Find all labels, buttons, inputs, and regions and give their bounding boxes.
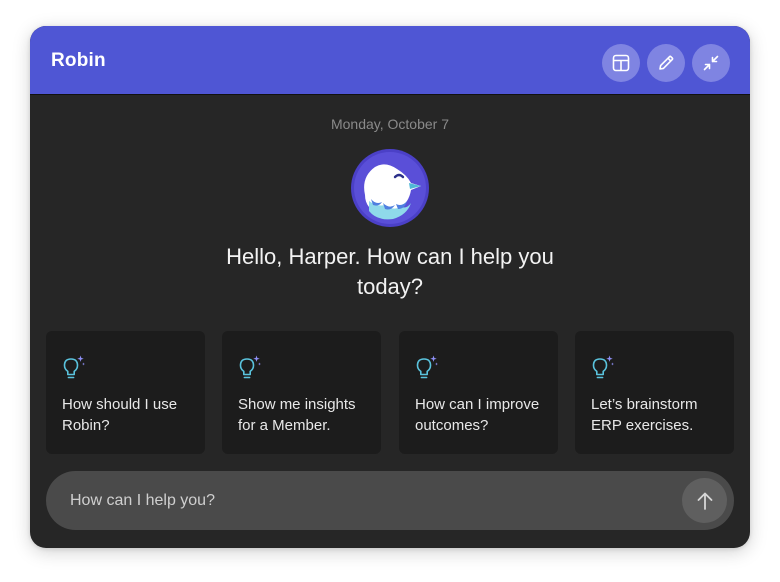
lightbulb-sparkle-icon <box>63 355 85 379</box>
conversation-date: Monday, October 7 <box>330 116 450 132</box>
minimize-icon <box>703 55 719 71</box>
message-input[interactable] <box>70 471 650 530</box>
suggestion-text: Show me insights for a Member. <box>238 396 356 434</box>
lightbulb-sparkle-icon <box>592 355 614 379</box>
minimize-button[interactable] <box>692 44 730 82</box>
greeting-message: Hello, Harper. How can I help you today? <box>226 244 554 299</box>
composer-bar <box>46 471 734 530</box>
edit-button[interactable] <box>647 44 685 82</box>
lightbulb-sparkle-icon <box>416 355 438 379</box>
pencil-icon <box>659 55 674 70</box>
arrow-up-icon <box>697 492 712 510</box>
chat-window: Robin Monday, October 7 Hello, Harper. H… <box>30 26 750 548</box>
suggestion-text: Let’s brainstorm ERP exercises. <box>591 396 698 434</box>
suggestion-text: How can I improve outcomes? <box>415 396 540 434</box>
layout-panel-icon <box>612 54 630 72</box>
suggestion-card[interactable]: How can I improve outcomes? <box>399 331 558 454</box>
app-title: Robin <box>51 50 106 71</box>
suggestion-card[interactable]: Let’s brainstorm ERP exercises. <box>575 331 734 454</box>
assistant-avatar <box>351 149 429 227</box>
suggestion-text: How should I use Robin? <box>62 396 178 434</box>
layout-button[interactable] <box>602 44 640 82</box>
suggestion-card[interactable]: Show me insights for a Member. <box>222 331 381 454</box>
send-button[interactable] <box>682 478 727 523</box>
bird-avatar-icon <box>351 149 429 227</box>
suggestion-card[interactable]: How should I use Robin? <box>46 331 205 454</box>
lightbulb-sparkle-icon <box>239 355 261 379</box>
chat-header: Robin <box>30 26 750 95</box>
